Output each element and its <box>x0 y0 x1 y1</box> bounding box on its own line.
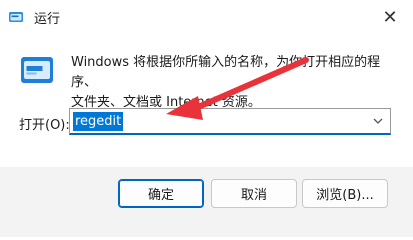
cancel-button[interactable]: 取消 <box>211 179 297 208</box>
browse-button-label: 浏览(B)... <box>316 188 374 203</box>
open-label: 打开(O): <box>19 118 70 133</box>
run-app-icon <box>9 12 23 22</box>
run-icon <box>21 57 53 83</box>
open-input[interactable]: regedit <box>73 112 124 131</box>
run-dialog: 运行 ✕ Windows 将根据你所输入的名称，为你打开相应的程序、 文件夹、文… <box>0 0 413 237</box>
window-title: 运行 <box>34 12 61 27</box>
ok-button-label: 确定 <box>147 188 174 203</box>
open-combobox[interactable]: regedit <box>69 108 391 135</box>
title-bar: 运行 ✕ <box>0 0 413 34</box>
chevron-down-icon[interactable] <box>370 113 386 129</box>
ok-button[interactable]: 确定 <box>118 179 204 208</box>
browse-button[interactable]: 浏览(B)... <box>302 179 388 208</box>
dialog-description: Windows 将根据你所输入的名称，为你打开相应的程序、 文件夹、文档或 In… <box>71 53 401 113</box>
cancel-button-label: 取消 <box>240 188 267 203</box>
close-button[interactable]: ✕ <box>367 0 413 34</box>
description-line-1: Windows 将根据你所输入的名称，为你打开相应的程序、 <box>71 55 381 90</box>
close-icon: ✕ <box>382 6 398 28</box>
